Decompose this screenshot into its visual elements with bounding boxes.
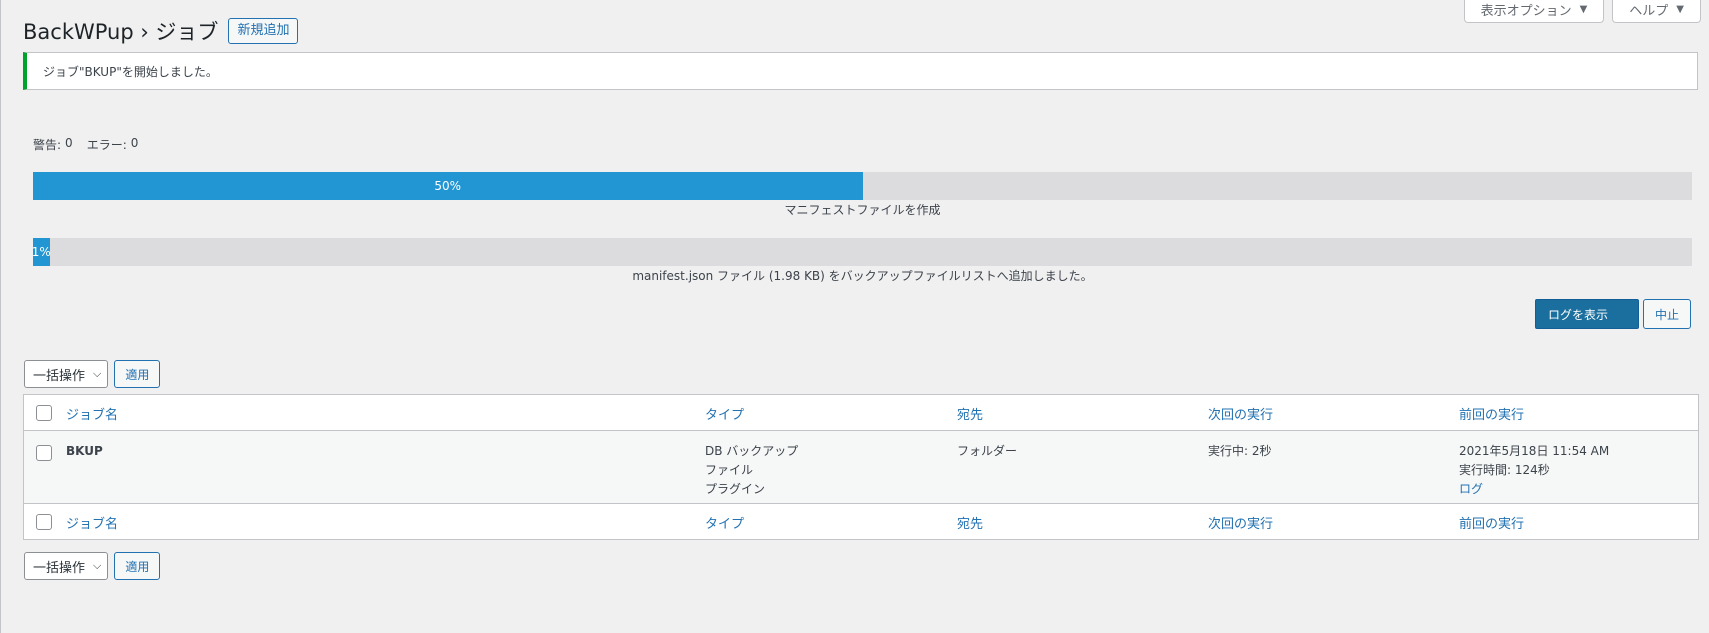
bulk-action-select-value: 一括操作 — [33, 560, 86, 576]
column-header-last-run[interactable]: 前回の実行 — [1459, 404, 1524, 423]
job-type-item: DB バックアップ — [705, 444, 799, 458]
help-tab[interactable]: ヘルプ ▼ — [1612, 0, 1701, 23]
caret-down-icon: ▼ — [1579, 3, 1588, 15]
job-last-run-cell: 2021年5月18日 11:54 AM 実行時間: 124秒 ログ — [1459, 442, 1609, 499]
bulk-actions-top: 一括操作 ⌵ 適用 — [24, 360, 161, 388]
admin-left-edge — [0, 0, 1, 633]
sub-progress-bar: 1% — [33, 238, 1692, 266]
jobs-table: ジョブ名 タイプ 宛先 次回の実行 前回の実行 BKUP DB バックアップ フ… — [23, 394, 1699, 540]
errors-label: エラー: — [86, 138, 127, 152]
job-type-item: ファイル — [705, 463, 754, 477]
bulk-action-select-value: 一括操作 — [33, 368, 86, 384]
errors-stat: エラー: 0 — [87, 136, 139, 153]
screen-options-tab[interactable]: 表示オプション ▼ — [1463, 0, 1605, 23]
job-next-run: 実行中: 2秒 — [1208, 444, 1272, 458]
step-progress-caption: マニフェストファイルを作成 — [784, 203, 941, 217]
warnings-label: 警告: — [33, 138, 62, 152]
help-label: ヘルプ — [1629, 3, 1669, 19]
abort-button[interactable]: 中止 — [1643, 299, 1691, 329]
notice-message: ジョブ"BKUP"を開始しました。 — [43, 64, 218, 79]
last-run-date: 2021年5月18日 11:54 AM — [1459, 444, 1610, 458]
page-header: BackWPup › ジョブ 新規追加 — [23, 16, 299, 46]
page-title: BackWPup › ジョブ — [23, 20, 219, 44]
add-new-button[interactable]: 新規追加 — [228, 18, 299, 44]
column-header-type[interactable]: タイプ — [705, 404, 744, 423]
column-footer-destination[interactable]: 宛先 — [957, 513, 983, 532]
column-footer-job-name[interactable]: ジョブ名 — [66, 513, 118, 532]
column-header-next-run[interactable]: 次回の実行 — [1208, 404, 1273, 423]
bulk-action-select[interactable]: 一括操作 ⌵ — [24, 360, 109, 388]
column-header-job-name[interactable]: ジョブ名 — [66, 404, 118, 423]
screen-options-label: 表示オプション — [1480, 3, 1572, 19]
warnings-stat: 警告: 0 — [33, 136, 73, 153]
table-header-row: ジョブ名 タイプ 宛先 次回の実行 前回の実行 — [24, 395, 1698, 431]
step-progress-fill: 50% — [33, 172, 863, 200]
table-footer-row: ジョブ名 タイプ 宛先 次回の実行 前回の実行 — [24, 504, 1698, 539]
column-footer-next-run[interactable]: 次回の実行 — [1208, 513, 1273, 532]
job-type-cell: DB バックアップ ファイル プラグイン — [705, 442, 798, 499]
table-row: BKUP DB バックアップ ファイル プラグイン フォルダー 実行中: 2秒 … — [24, 431, 1698, 504]
job-type-item: プラグイン — [705, 482, 766, 496]
apply-button-bottom[interactable]: 適用 — [114, 552, 161, 580]
bulk-action-select-bottom[interactable]: 一括操作 ⌵ — [24, 552, 109, 580]
column-footer-last-run[interactable]: 前回の実行 — [1459, 513, 1524, 532]
step-progress-bar: 50% — [33, 172, 1692, 200]
show-log-button[interactable]: ログを表示 — [1535, 299, 1639, 329]
job-stats: 警告: 0 エラー: 0 — [33, 136, 138, 153]
success-notice: ジョブ"BKUP"を開始しました。 — [23, 52, 1698, 90]
screen-meta-links: 表示オプション ▼ ヘルプ ▼ — [1463, 0, 1701, 23]
bulk-actions-bottom: 一括操作 ⌵ 適用 — [24, 552, 161, 580]
warnings-count: 0 — [65, 136, 73, 150]
chevron-down-icon: ⌵ — [93, 559, 102, 572]
errors-count: 0 — [130, 136, 139, 150]
row-checkbox[interactable] — [36, 445, 52, 461]
caret-down-icon: ▼ — [1676, 3, 1684, 15]
select-all-checkbox-footer[interactable] — [36, 514, 52, 530]
last-run-log-link[interactable]: ログ — [1459, 480, 1609, 499]
column-header-destination[interactable]: 宛先 — [957, 404, 983, 423]
job-name[interactable]: BKUP — [66, 442, 103, 461]
column-footer-type[interactable]: タイプ — [705, 513, 744, 532]
sub-progress-fill: 1% — [33, 238, 51, 266]
job-destination: フォルダー — [957, 444, 1018, 458]
chevron-down-icon: ⌵ — [93, 367, 102, 380]
sub-progress-caption: manifest.json ファイル (1.98 KB) をバックアップファイル… — [632, 269, 1093, 283]
last-run-duration: 実行時間: 124秒 — [1459, 463, 1550, 477]
apply-button[interactable]: 適用 — [114, 360, 161, 388]
select-all-checkbox[interactable] — [36, 405, 52, 421]
